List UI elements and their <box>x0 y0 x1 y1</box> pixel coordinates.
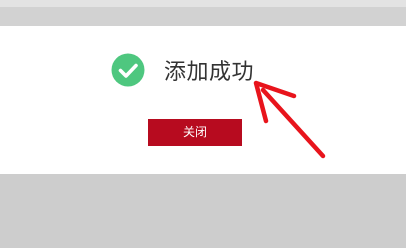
overlay-band <box>0 7 406 26</box>
success-row: 添加成功 <box>111 53 254 87</box>
top-strip <box>0 0 406 7</box>
success-dialog: 添加成功 关闭 <box>0 26 406 174</box>
check-circle-icon <box>111 53 145 87</box>
close-button[interactable]: 关闭 <box>148 119 242 146</box>
success-message: 添加成功 <box>164 60 255 85</box>
